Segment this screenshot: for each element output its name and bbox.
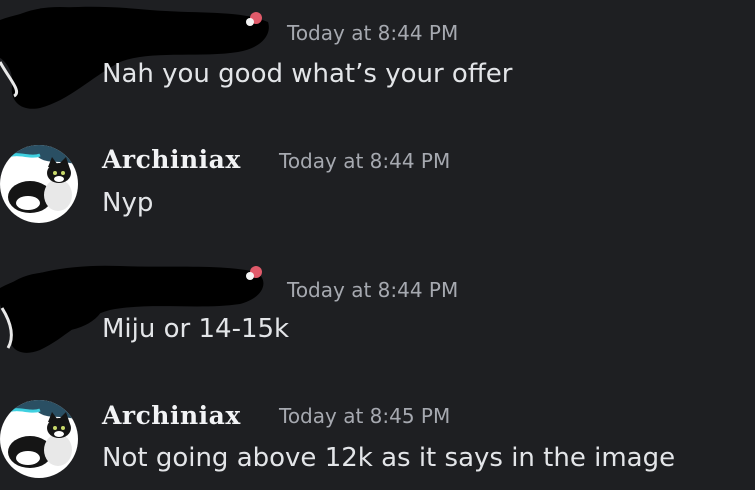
message-item[interactable]: Today at 8:44 PM Miju or 14-15k <box>0 258 755 358</box>
cat-icon <box>0 145 78 223</box>
message-text: Nyp <box>102 188 154 218</box>
avatar[interactable] <box>0 400 78 478</box>
chat-log: Today at 8:44 PM Nah you good what’s you… <box>0 0 755 490</box>
message-item[interactable]: Archiniax Today at 8:45 PM Not going abo… <box>0 388 755 488</box>
message-timestamp: Today at 8:44 PM <box>279 149 451 173</box>
avatar[interactable] <box>0 145 78 223</box>
message-item[interactable]: Archiniax Today at 8:44 PM Nyp <box>0 132 755 232</box>
message-text: Not going above 12k as it says in the im… <box>102 443 676 473</box>
message-text: Nah you good what’s your offer <box>102 59 513 89</box>
message-timestamp: Today at 8:44 PM <box>287 21 459 45</box>
username[interactable]: Archiniax <box>102 145 241 174</box>
message-item[interactable]: Today at 8:44 PM Nah you good what’s you… <box>0 0 755 109</box>
username[interactable]: Archiniax <box>102 401 241 430</box>
message-timestamp: Today at 8:45 PM <box>279 404 451 428</box>
message-text: Miju or 14-15k <box>102 314 290 344</box>
message-timestamp: Today at 8:44 PM <box>287 278 459 302</box>
redaction-scribble <box>0 6 269 109</box>
cat-icon <box>0 400 78 478</box>
